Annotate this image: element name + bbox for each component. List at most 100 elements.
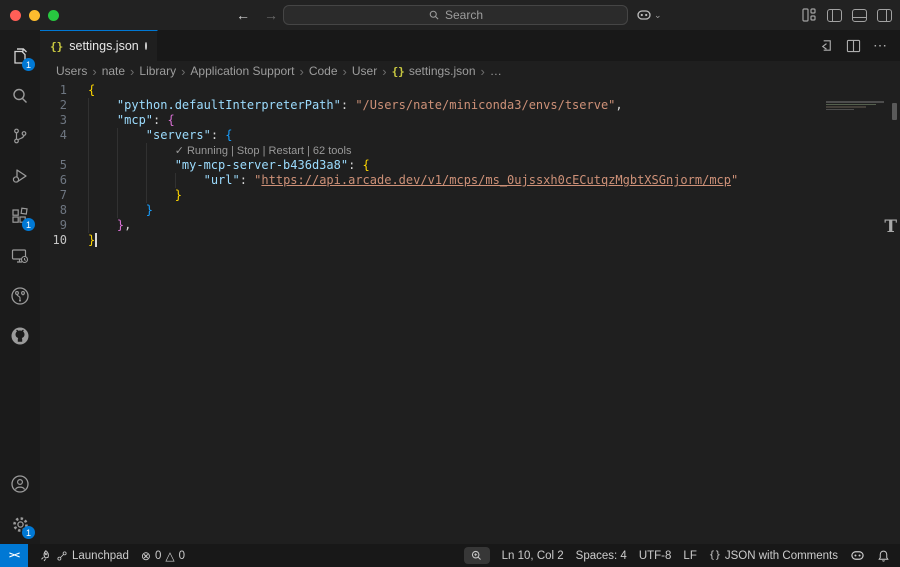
code-token: : (341, 98, 355, 112)
maximize-window-button[interactable] (48, 10, 59, 21)
breadcrumb-separator-icon: › (300, 64, 304, 79)
line-number: 3 (40, 113, 88, 128)
more-actions-icon[interactable]: ⋯ (873, 37, 888, 54)
code-line[interactable]: 6"url": "https://api.arcade.dev/v1/mcps/… (40, 173, 900, 188)
code-line[interactable]: 4"servers": { (40, 128, 900, 143)
copilot-menu[interactable]: ⌄ (636, 8, 662, 22)
cursor-position-item[interactable]: Ln 10, Col 2 (496, 544, 570, 567)
indentation-item[interactable]: Spaces: 4 (570, 544, 633, 567)
notifications-bell-icon[interactable] (871, 544, 900, 567)
breadcrumb-item[interactable]: Users (56, 64, 87, 78)
language-mode-item[interactable]: {} JSON with Comments (703, 544, 844, 567)
editor-scrollbar[interactable] (892, 103, 897, 120)
code-line[interactable]: 10} (40, 233, 900, 248)
editor-caret (95, 233, 97, 247)
toggle-panel-icon[interactable] (852, 9, 867, 22)
code-line[interactable]: 2"python.defaultInterpreterPath": "/User… (40, 98, 900, 113)
braces-icon: {} (709, 550, 721, 561)
code-token: , (124, 218, 131, 232)
zoom-indicator[interactable] (464, 547, 490, 564)
copilot-status-item[interactable] (844, 544, 871, 567)
settings-gear-icon[interactable]: 1 (0, 504, 40, 544)
indent-guide (88, 188, 89, 203)
command-center-search[interactable]: Search (283, 5, 628, 25)
split-editor-icon[interactable] (846, 39, 861, 53)
language-label: JSON with Comments (725, 550, 838, 562)
encoding-item[interactable]: UTF-8 (633, 544, 678, 567)
warning-count: 0 (179, 550, 185, 562)
text-cursor-artifact: T (884, 217, 897, 237)
close-window-button[interactable] (10, 10, 21, 21)
code-line[interactable]: 5"my-mcp-server-b436d3a8": { (40, 158, 900, 173)
customize-layout-icon[interactable] (802, 8, 817, 22)
launchpad-label: Launchpad (72, 550, 129, 562)
code-token: : (211, 128, 225, 142)
code-line[interactable]: 3"mcp": { (40, 113, 900, 128)
line-content: "my-mcp-server-b436d3a8": { (88, 158, 370, 173)
rocket-icon (38, 549, 52, 563)
accounts-icon[interactable] (0, 464, 40, 504)
breadcrumb-separator-icon: › (382, 64, 386, 79)
explorer-badge: 1 (22, 58, 35, 71)
breadcrumb-file-label: settings.json (409, 64, 476, 78)
indent-guide (117, 143, 118, 158)
line-content: } (88, 203, 153, 218)
minimize-window-button[interactable] (29, 10, 40, 21)
extensions-icon[interactable]: 1 (0, 196, 40, 236)
problems-status-item[interactable]: ⊗ 0 △ 0 (135, 544, 191, 567)
codelens-text: ✓ Running | Stop | Restart | 62 tools (88, 143, 351, 158)
line-content: "python.defaultInterpreterPath": "/Users… (88, 98, 623, 113)
tab-settings-json[interactable]: {} settings.json (40, 30, 158, 61)
remote-indicator[interactable]: >< (0, 544, 28, 567)
navigate-back-icon[interactable]: ← (236, 7, 250, 23)
remote-explorer-icon[interactable] (0, 236, 40, 276)
toggle-primary-sidebar-icon[interactable] (827, 9, 842, 22)
indent-guide (146, 158, 147, 173)
line-number: 7 (40, 188, 88, 203)
breadcrumb[interactable]: Users›nate›Library›Application Support›C… (40, 61, 900, 81)
editor-group: {} settings.json ⋯ Users › nate › Library › Ap… (40, 30, 900, 544)
open-changes-icon[interactable] (819, 38, 834, 53)
indent-guide (117, 173, 118, 188)
breadcrumb-file[interactable]: {} settings.json (392, 64, 476, 78)
indent-guide (146, 188, 147, 203)
indent-guide (117, 158, 118, 173)
line-number (40, 143, 88, 158)
code-line[interactable]: 1{ (40, 83, 900, 98)
code-editor[interactable]: 1{2"python.defaultInterpreterPath": "/Us… (40, 81, 900, 544)
minimap[interactable] (826, 101, 886, 110)
codelens-row[interactable]: ✓ Running | Stop | Restart | 62 tools (40, 143, 900, 158)
code-line[interactable]: 8} (40, 203, 900, 218)
explorer-icon[interactable]: 1 (0, 36, 40, 76)
eol-item[interactable]: LF (677, 544, 702, 567)
indent-guide (146, 143, 147, 158)
indent-guide (88, 113, 89, 128)
search-view-icon[interactable] (0, 76, 40, 116)
breadcrumb-item[interactable]: Library (139, 64, 176, 78)
code-line[interactable]: 7} (40, 188, 900, 203)
line-content: }, (88, 218, 131, 233)
mcp-server-codelens[interactable]: ✓ Running | Stop | Restart | 62 tools (175, 145, 352, 157)
breadcrumb-item[interactable]: nate (102, 64, 125, 78)
indent-guide (88, 218, 89, 233)
github-icon[interactable] (0, 316, 40, 356)
status-bar: >< Launchpad ⊗ 0 △ 0 Ln 10, Col 2 Spaces… (0, 544, 900, 567)
toggle-secondary-sidebar-icon[interactable] (877, 9, 892, 22)
unsaved-dot-icon[interactable] (145, 42, 147, 50)
pull-requests-icon[interactable] (0, 276, 40, 316)
line-content: } (88, 233, 97, 248)
breadcrumb-item[interactable]: User (352, 64, 377, 78)
json-file-icon: {} (392, 65, 405, 78)
launchpad-status-item[interactable]: Launchpad (32, 544, 135, 567)
vscode-window: ← → Search ⌄ (0, 0, 900, 567)
run-debug-icon[interactable] (0, 156, 40, 196)
source-control-icon[interactable] (0, 116, 40, 156)
macos-traffic-lights (0, 10, 72, 21)
code-token: " (731, 173, 738, 187)
breadcrumb-separator-icon: › (343, 64, 347, 79)
breadcrumb-item[interactable]: Code (309, 64, 338, 78)
navigate-forward-icon[interactable]: → (264, 7, 278, 23)
code-line[interactable]: 9}, (40, 218, 900, 233)
breadcrumb-item[interactable]: Application Support (190, 64, 294, 78)
breadcrumb-trailing: … (490, 64, 502, 78)
